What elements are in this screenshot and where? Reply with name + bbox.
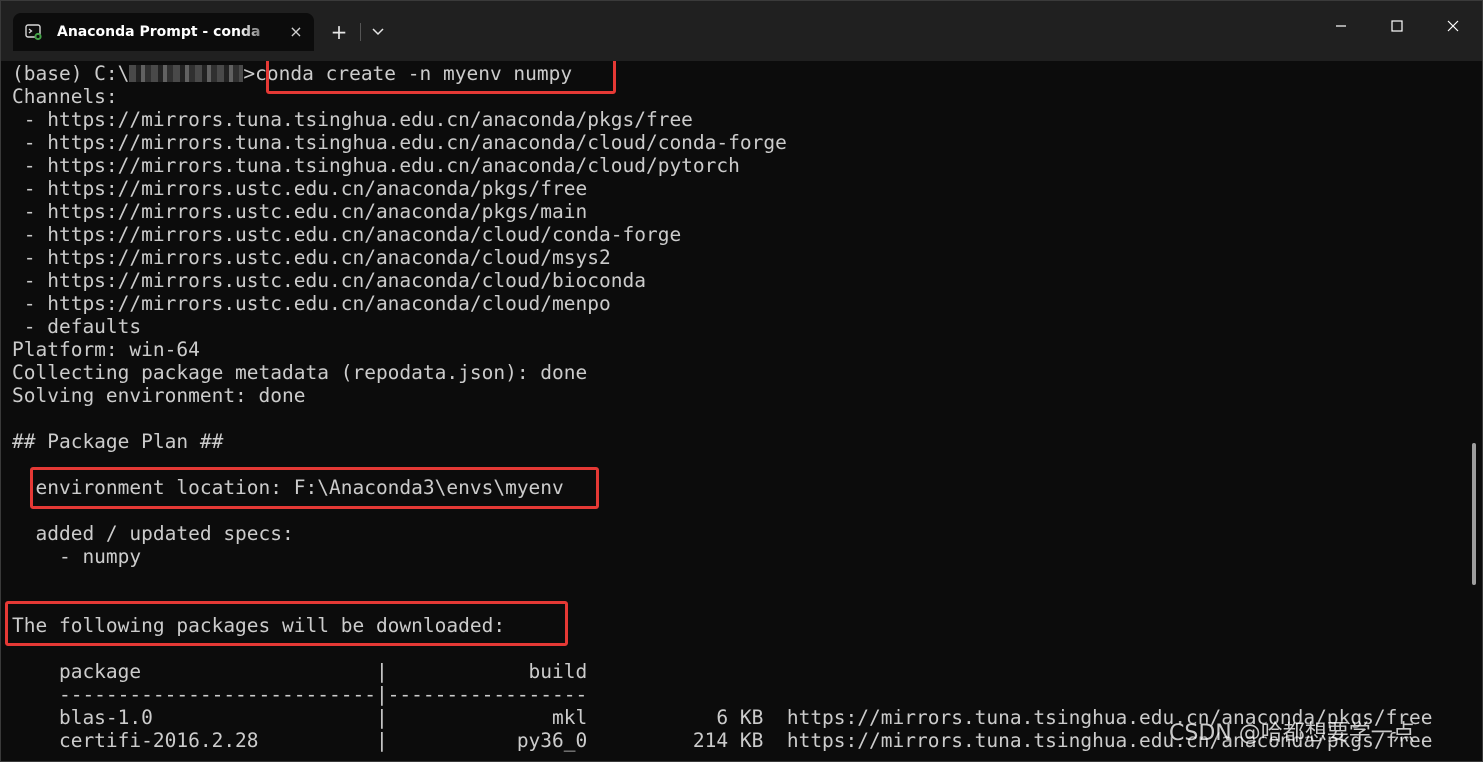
- highlight-downloads-heading-box: [5, 601, 568, 646]
- output-line: - https://mirrors.tuna.tsinghua.edu.cn/a…: [12, 131, 787, 154]
- close-icon[interactable]: [1425, 5, 1481, 47]
- terminal-icon: [25, 24, 42, 41]
- output-line: - https://mirrors.tuna.tsinghua.edu.cn/a…: [12, 108, 693, 131]
- terminal-window: Anaconda Prompt - conda create -n myenv …: [0, 0, 1483, 762]
- output-line: added / updated specs:: [12, 522, 294, 545]
- terminal-output[interactable]: (base) C:\ >conda create -n myenv numpy C…: [1, 61, 1482, 761]
- output-line: - https://mirrors.ustc.edu.cn/anaconda/c…: [12, 292, 611, 315]
- output-line: - https://mirrors.tuna.tsinghua.edu.cn/a…: [12, 154, 740, 177]
- output-line: Solving environment: done: [12, 384, 306, 407]
- tab-title: Anaconda Prompt - conda create -n myenv …: [57, 24, 263, 40]
- output-line: Channels:: [12, 85, 118, 108]
- output-line: - https://mirrors.ustc.edu.cn/anaconda/c…: [12, 246, 611, 269]
- tab-close-button[interactable]: ×: [285, 21, 307, 43]
- title-bar[interactable]: Anaconda Prompt - conda create -n myenv …: [1, 1, 1482, 61]
- new-tab-button[interactable]: +: [322, 17, 356, 47]
- minimize-icon[interactable]: [1313, 5, 1369, 47]
- output-line: Collecting package metadata (repodata.js…: [12, 361, 588, 384]
- scrollbar-thumb[interactable]: [1472, 443, 1476, 585]
- tab-divider: [360, 23, 361, 41]
- output-line: - https://mirrors.ustc.edu.cn/anaconda/p…: [12, 200, 588, 223]
- output-line: - https://mirrors.ustc.edu.cn/anaconda/p…: [12, 177, 588, 200]
- prompt-suffix: >: [243, 62, 256, 85]
- tab-anaconda-prompt[interactable]: Anaconda Prompt - conda create -n myenv …: [13, 13, 314, 51]
- output-line: - https://mirrors.ustc.edu.cn/anaconda/c…: [12, 269, 646, 292]
- maximize-icon[interactable]: [1369, 5, 1425, 47]
- output-line: ## Package Plan ##: [12, 430, 224, 453]
- output-line: - https://mirrors.ustc.edu.cn/anaconda/c…: [12, 223, 682, 246]
- output-line: - numpy: [12, 545, 142, 568]
- highlight-command-box: [266, 61, 616, 94]
- output-line: - defaults: [12, 315, 142, 338]
- output-line: package | build: [12, 660, 588, 683]
- tab-title-fade: [239, 21, 279, 45]
- redacted-path: [129, 65, 244, 82]
- chevron-down-icon[interactable]: [363, 17, 393, 47]
- output-line: ---------------------------|------------…: [12, 683, 588, 706]
- highlight-environment-location-box: [30, 467, 599, 509]
- output-line: Platform: win-64: [12, 338, 200, 361]
- prompt-prefix: (base) C:\: [12, 62, 130, 85]
- csdn-watermark: CSDN @哈都想要学一点: [1169, 721, 1415, 746]
